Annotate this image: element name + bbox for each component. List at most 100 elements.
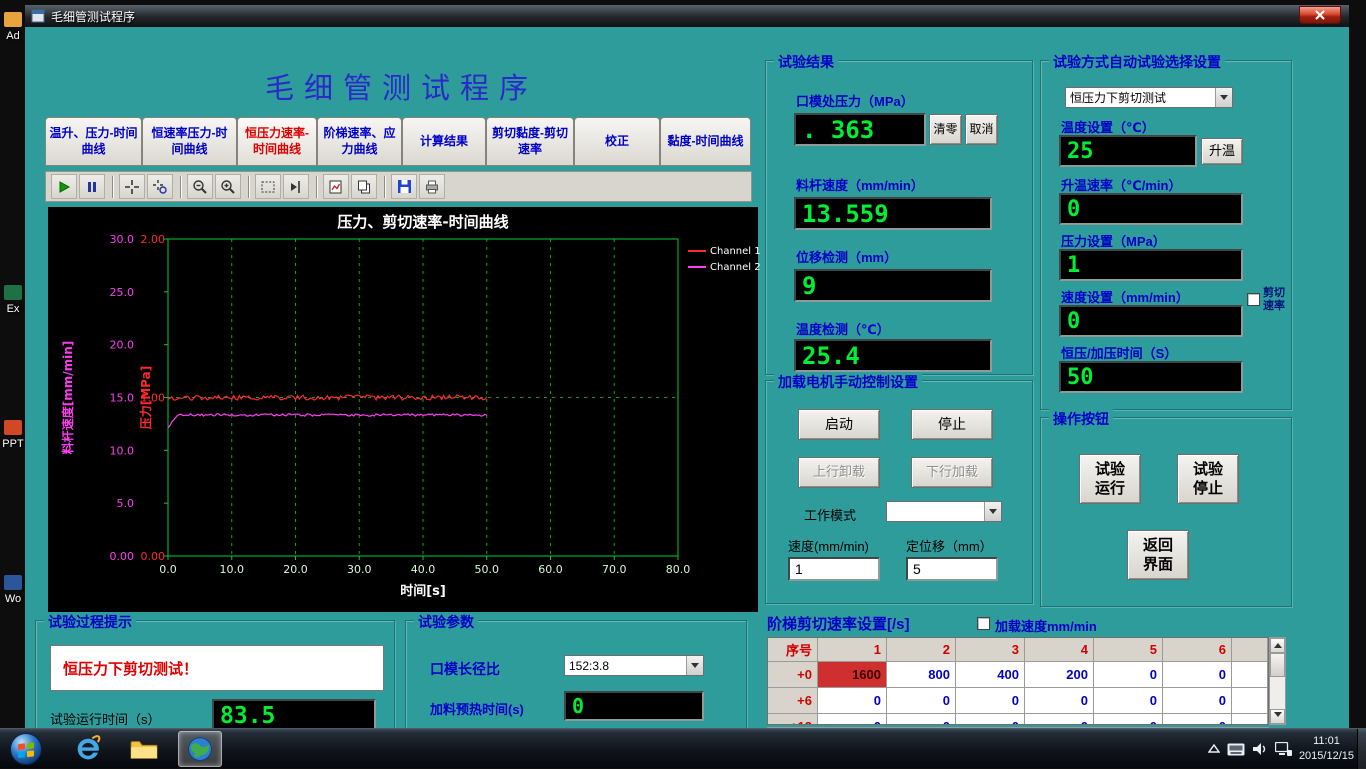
- network-icon[interactable]: [1275, 742, 1292, 756]
- close-button[interactable]: [1299, 6, 1341, 24]
- volume-icon[interactable]: [1252, 742, 1268, 756]
- desktop-icon[interactable]: Ex: [0, 285, 26, 315]
- stop-button[interactable]: 停止: [911, 409, 993, 440]
- displacement-label: 位移检测（mm）: [796, 247, 897, 266]
- taskbar-item-ie[interactable]: [66, 731, 110, 767]
- work-mode-dropdown[interactable]: [886, 501, 1002, 522]
- powerpoint-icon: [4, 420, 22, 435]
- scroll-up-button[interactable]: [1270, 638, 1285, 653]
- chevron-down-icon[interactable]: [1215, 88, 1232, 107]
- die-ratio-dropdown[interactable]: 152:3.8: [564, 655, 704, 676]
- start-button[interactable]: 启动: [798, 409, 880, 440]
- manual-speed-input[interactable]: [788, 557, 880, 581]
- show-desktop-button[interactable]: [1357, 729, 1366, 769]
- desktop-icon-label: Wo: [0, 593, 26, 605]
- ram-speed-display: 13.559: [794, 197, 992, 230]
- temp-set-label: 温度设置（℃）: [1061, 117, 1155, 136]
- print-button[interactable]: [419, 174, 445, 199]
- taskbar-item-explorer[interactable]: [122, 731, 166, 767]
- table-cell[interactable]: 0: [1163, 714, 1232, 725]
- die-ratio-value: 152:3.8: [569, 659, 609, 673]
- table-cell[interactable]: 0: [1163, 688, 1232, 714]
- tab-temp-rise-pressure-time[interactable]: 温升、压力-时间曲线: [45, 117, 142, 166]
- table-cell-empty[interactable]: [1232, 714, 1268, 725]
- export-graph-button[interactable]: [323, 174, 349, 199]
- play-button[interactable]: [51, 174, 77, 199]
- pause-button[interactable]: [79, 174, 105, 199]
- table-cell[interactable]: 400: [956, 662, 1025, 688]
- table-cell-empty[interactable]: [1232, 662, 1268, 688]
- table-cell[interactable]: 0: [956, 714, 1025, 725]
- clear-button[interactable]: 清零: [929, 114, 962, 145]
- test-mode-dropdown[interactable]: 恒压力下剪切测试: [1065, 87, 1233, 108]
- back-button[interactable]: 返回界面: [1127, 530, 1189, 580]
- tab-viscosity-time[interactable]: 黏度-时间曲线: [660, 117, 751, 166]
- folder-icon: [4, 12, 22, 27]
- cancel-button[interactable]: 取消: [965, 114, 998, 145]
- zoom-box-button[interactable]: [147, 174, 173, 199]
- temperature-label: 温度检测（℃）: [796, 319, 890, 338]
- scrollbar-thumb[interactable]: [1270, 653, 1285, 677]
- table-cell[interactable]: 200: [1025, 662, 1094, 688]
- title-bar[interactable]: 毛细管测试程序: [25, 5, 1349, 27]
- table-cell[interactable]: 0: [887, 688, 956, 714]
- hidden-icons-arrow[interactable]: [1208, 743, 1220, 755]
- scroll-down-button[interactable]: [1270, 709, 1285, 724]
- step-shear-title: 阶梯剪切速率设置[/s]: [767, 613, 910, 634]
- table-cell[interactable]: 0: [1094, 662, 1163, 688]
- table-cell[interactable]: 0: [887, 714, 956, 725]
- table-cell[interactable]: 0: [1025, 714, 1094, 725]
- cursor-track-button[interactable]: [283, 174, 309, 199]
- save-button[interactable]: [391, 174, 417, 199]
- table-cell[interactable]: 0: [1025, 688, 1094, 714]
- svg-text:2.00: 2.00: [141, 233, 166, 246]
- tab-calc-results[interactable]: 计算结果: [402, 117, 486, 166]
- chevron-down-icon[interactable]: [984, 502, 1001, 521]
- tab-step-rate-stress[interactable]: 阶梯速率、应力曲线: [317, 117, 402, 166]
- taskbar-item-app-globe[interactable]: [178, 731, 222, 767]
- desktop-icon[interactable]: Ad: [0, 12, 26, 42]
- zoom-in-button[interactable]: [215, 174, 241, 199]
- tab-shear-viscosity-rate[interactable]: 剪切黏度-剪切速率: [486, 117, 574, 166]
- run-test-button[interactable]: 试验运行: [1079, 454, 1141, 504]
- load-down-button[interactable]: 下行加载: [911, 457, 993, 488]
- chevron-down-icon[interactable]: [686, 656, 703, 675]
- taskbar-clock[interactable]: 11:01 2015/12/15: [1299, 734, 1354, 764]
- pan-crosshair-button[interactable]: [119, 174, 145, 199]
- zoom-out-icon: [192, 179, 208, 195]
- shear-rate-checkbox[interactable]: [1247, 293, 1260, 306]
- tab-const-rate-pressure-time[interactable]: 恒速率压力-时间曲线: [142, 117, 237, 166]
- desktop-icon[interactable]: PPT: [0, 420, 26, 450]
- stop-test-button[interactable]: 试验停止: [1177, 454, 1239, 504]
- unload-up-button[interactable]: 上行卸载: [798, 457, 880, 488]
- table-cell[interactable]: 0: [1163, 662, 1232, 688]
- test-params-title: 试验参数: [414, 612, 478, 632]
- toolbar-separator: [384, 176, 386, 198]
- test-results-title: 试验结果: [774, 52, 838, 72]
- start-button[interactable]: [4, 731, 48, 767]
- table-cell[interactable]: 0: [818, 714, 887, 725]
- load-speed-checkbox[interactable]: [977, 617, 990, 630]
- table-cell[interactable]: 0: [1094, 688, 1163, 714]
- chart-area[interactable]: 压力、剪切速率-时间曲线0.010.020.030.040.050.060.07…: [48, 207, 758, 612]
- tab-const-pressure-rate-time[interactable]: 恒压力速率-时间曲线: [237, 117, 317, 166]
- zoom-out-button[interactable]: [187, 174, 213, 199]
- tab-calibration[interactable]: 校正: [574, 117, 660, 166]
- table-cell-selected[interactable]: 1600: [818, 662, 887, 688]
- heat-button[interactable]: 升温: [1201, 138, 1243, 165]
- desktop-icon[interactable]: Wo: [0, 575, 26, 605]
- table-cell[interactable]: 0: [1094, 714, 1163, 725]
- table-cell-empty[interactable]: [1232, 688, 1268, 714]
- step-shear-table[interactable]: 序号 1 2 3 4 5 6 +0 1600 800 400 200 0 0 +…: [767, 637, 1269, 725]
- table-vertical-scrollbar[interactable]: [1269, 637, 1286, 725]
- keyboard-icon[interactable]: [1227, 743, 1245, 756]
- svg-text:25.0: 25.0: [110, 286, 135, 299]
- table-cell[interactable]: 800: [887, 662, 956, 688]
- internet-explorer-icon: [73, 734, 103, 764]
- copy-graph-button[interactable]: [351, 174, 377, 199]
- table-row: +6 0 0 0 0 0 0: [768, 688, 1268, 714]
- table-cell[interactable]: 0: [956, 688, 1025, 714]
- select-region-button[interactable]: [255, 174, 281, 199]
- target-displacement-input[interactable]: [906, 557, 998, 581]
- table-cell[interactable]: 0: [818, 688, 887, 714]
